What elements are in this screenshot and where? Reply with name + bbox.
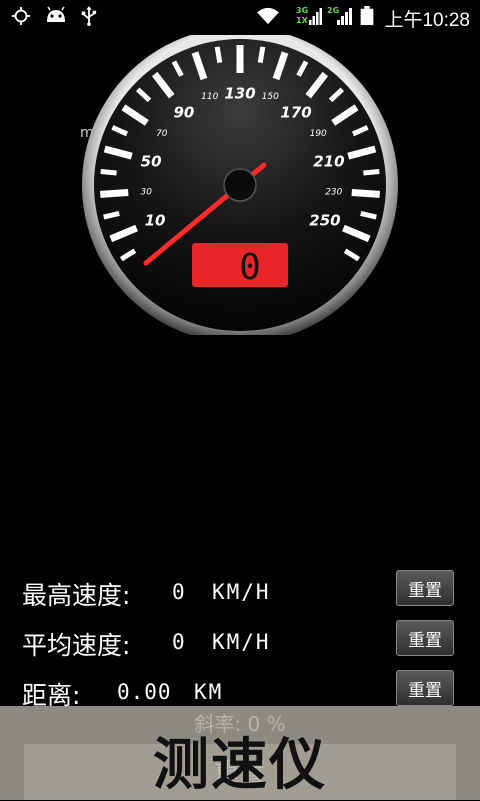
avg-speed-value: 0 [172, 630, 186, 654]
gauge-label: 10 [145, 212, 166, 230]
gauge-label: 210 [313, 153, 344, 171]
status-bar: 3G 1X 2G 上午10:28 [0, 0, 480, 33]
gauge-label: 190 [310, 129, 327, 139]
gauge-label: 250 [309, 212, 340, 230]
net-1x-label: 1X [296, 16, 308, 25]
avg-speed-reset-button[interactable]: 重置 [396, 620, 454, 656]
needle-hub [223, 168, 257, 202]
gauge-tick [360, 210, 377, 220]
gauge-tick [100, 189, 129, 198]
max-speed-label: 最高速度: [22, 581, 131, 610]
battery-icon [360, 6, 374, 26]
gauge-tick [214, 46, 223, 64]
app-title: 测速仪 [153, 733, 327, 798]
speedometer: 10 50 90 130 170 210 250 30 70 110 150 190 230 0 [82, 35, 398, 335]
wifi-icon [257, 7, 279, 25]
max-speed-reset-button[interactable]: 重置 [396, 570, 454, 606]
max-speed-value: 0 [172, 580, 186, 604]
distance-row: 距离: 0.00 KM 重置 [22, 670, 462, 710]
gauge-label: 90 [174, 103, 195, 121]
gauge-label: 150 [262, 92, 279, 102]
gauge-tick [351, 189, 380, 198]
gauge-label: 110 [201, 92, 218, 102]
avg-speed-row: 平均速度: 0 KM/H 重置 [22, 620, 462, 660]
android-icon [47, 6, 65, 22]
signal-3g-icon [309, 8, 322, 25]
gauge-label: 70 [156, 129, 168, 139]
gauge-label: 230 [325, 187, 342, 197]
usb-icon [81, 6, 97, 26]
digital-display: 0 [192, 243, 288, 288]
speed-display: 0 [239, 247, 261, 288]
distance-unit: KM [194, 680, 224, 704]
gauge-label: 50 [141, 153, 162, 171]
gauge-tick [100, 168, 117, 176]
status-time: 上午10:28 [384, 10, 470, 31]
distance-reset-button[interactable]: 重置 [396, 670, 454, 706]
gauge-tick [103, 210, 120, 220]
avg-speed-unit: KM/H [212, 630, 271, 654]
net-3g-label: 3G [296, 6, 309, 15]
avg-speed-label: 平均速度: [22, 631, 131, 660]
max-speed-row: 最高速度: 0 KM/H 重置 [22, 570, 462, 610]
gauge-label: 30 [140, 187, 152, 197]
gauge-label: 130 [224, 84, 255, 102]
gps-icon [11, 6, 31, 26]
distance-value: 0.00 [117, 680, 172, 704]
gauge-tick [257, 46, 266, 64]
gauge-label: 170 [280, 103, 311, 121]
max-speed-unit: KM/H [212, 580, 271, 604]
signal-2g-icon [337, 8, 352, 25]
gauge-tick [363, 168, 380, 176]
